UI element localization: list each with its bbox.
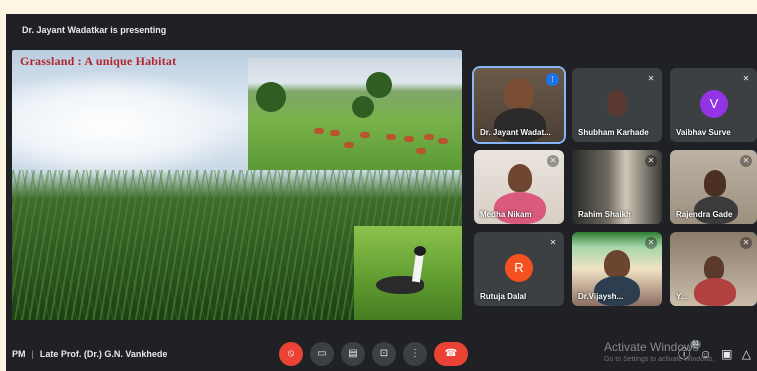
deer	[330, 130, 340, 136]
mic-off-icon: ✕	[740, 155, 752, 167]
deer	[386, 134, 396, 140]
meeting-time: PM	[12, 349, 26, 359]
participant-tile[interactable]: ✕ Medha Nikam	[474, 150, 564, 224]
participant-tile[interactable]: V ✕ Vaibhav Surve	[670, 68, 757, 142]
tree	[256, 82, 286, 112]
windows-watermark-title: Activate Windows	[604, 340, 699, 354]
participant-tile[interactable]: R ✕ Rutuja Dalal	[474, 232, 564, 306]
person-face	[504, 78, 534, 110]
participant-name: Y...	[676, 292, 688, 301]
present-icon: ⊡	[379, 348, 389, 359]
deer	[314, 128, 324, 134]
more-icon: ⋮	[410, 348, 420, 359]
speaking-icon: ⁞	[546, 73, 559, 86]
mic-off-icon: ✕	[645, 237, 657, 249]
deer	[438, 138, 448, 144]
mic-off-icon: ✕	[742, 74, 750, 83]
slide-title: Grassland : A unique Habitat	[20, 54, 177, 68]
person-body	[594, 276, 640, 306]
meet-window: Dr. Jayant Wadatkar is presenting Grassl…	[6, 14, 757, 371]
presenting-banner: Dr. Jayant Wadatkar is presenting	[22, 25, 167, 35]
meeting-title: Late Prof. (Dr.) G.N. Vankhede	[39, 349, 168, 359]
bird-neck	[411, 251, 425, 283]
avatar: R	[505, 254, 533, 282]
mic-off-icon: ✕	[547, 155, 559, 167]
mic-off-icon: ✕	[645, 155, 657, 167]
participant-tile[interactable]: ⁞ Dr. Jayant Wadat...	[472, 66, 566, 144]
windows-watermark-subtitle: Go to Settings to activate Windows.	[604, 356, 715, 363]
person-face	[508, 164, 532, 192]
tree	[366, 72, 392, 98]
participant-name: Rahim Shaikh	[578, 210, 631, 219]
participant-name: Shubham Karhade	[578, 128, 649, 137]
participant-tile[interactable]: ✕ Rahim Shaikh	[572, 150, 662, 224]
person-face	[704, 170, 726, 196]
bird-head	[414, 246, 426, 256]
present-button[interactable]: ⊡	[372, 342, 396, 366]
captions-icon: ▤	[348, 348, 358, 359]
bustard-photo	[354, 226, 462, 320]
participant-tile[interactable]: ✕ Rajendra Gade	[670, 150, 757, 224]
separator: |	[31, 349, 34, 359]
participant-tile[interactable]: ✕ Y...	[670, 232, 757, 306]
mic-off-icon: ✕	[549, 238, 557, 247]
tree	[352, 96, 374, 118]
participant-name: Dr.Vijaysh...	[578, 292, 624, 301]
mic-toggle-button[interactable]: ⦸	[279, 342, 303, 366]
person-body	[494, 192, 546, 224]
person-face	[604, 250, 630, 278]
end-call-button[interactable]: ☎	[434, 342, 468, 366]
participant-name: Vaibhav Surve	[676, 128, 731, 137]
grassland-photo	[248, 58, 462, 170]
captions-button[interactable]: ▤	[341, 342, 365, 366]
deer	[416, 148, 426, 154]
participant-tile[interactable]: ✕ Shubham Karhade	[572, 68, 662, 142]
participant-name: Rutuja Dalal	[480, 292, 527, 301]
chat-button[interactable]: ▣	[721, 347, 732, 361]
camera-toggle-button[interactable]: ▭	[310, 342, 334, 366]
deer	[360, 132, 370, 138]
person-face	[704, 256, 724, 280]
deer	[344, 142, 354, 148]
more-options-button[interactable]: ⋮	[403, 342, 427, 366]
mic-off-icon: ✕	[647, 74, 655, 83]
end-call-icon: ☎	[444, 348, 458, 359]
mic-off-icon: ✕	[740, 237, 752, 249]
deer	[404, 136, 414, 142]
slide-clouds	[12, 70, 252, 180]
participant-name: Rajendra Gade	[676, 210, 733, 219]
meeting-info: PM | Late Prof. (Dr.) G.N. Vankhede	[12, 337, 167, 371]
mic-off-icon: ⦸	[287, 348, 295, 359]
camera-icon: ▭	[317, 348, 327, 359]
participant-name: Medha Nikam	[480, 210, 532, 219]
participant-name: Dr. Jayant Wadat...	[480, 128, 551, 137]
activities-button[interactable]: △	[742, 347, 751, 361]
avatar: V	[700, 90, 728, 118]
participant-tile[interactable]: ✕ Dr.Vijaysh...	[572, 232, 662, 306]
person-body	[694, 278, 736, 306]
deer	[424, 134, 434, 140]
person-face	[607, 90, 627, 116]
shared-slide: Grassland : A unique Habitat	[12, 50, 462, 320]
